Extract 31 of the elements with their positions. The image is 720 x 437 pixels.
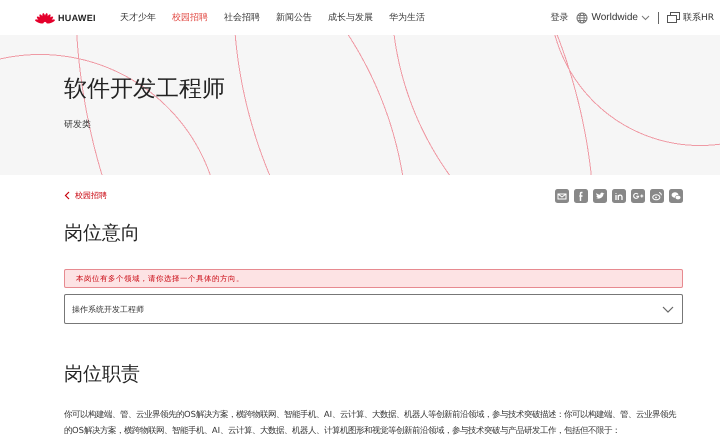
twitter-icon[interactable]	[593, 188, 607, 202]
job-category: 研发类	[64, 118, 92, 131]
job-title: 软件开发工程师	[64, 75, 226, 104]
chevron-down-icon	[640, 14, 650, 20]
facebook-icon[interactable]	[574, 188, 588, 202]
direction-dropdown[interactable]: 操作系统开发工程师	[64, 294, 683, 324]
weibo-icon[interactable]	[650, 188, 664, 202]
chat-window-icon	[666, 12, 680, 24]
login-link[interactable]: 登录	[550, 11, 568, 24]
section-heading: 岗位意向	[64, 221, 141, 246]
logo-text: HUAWEI	[58, 12, 96, 22]
nav-link[interactable]: 校园招聘	[172, 11, 208, 24]
back-link[interactable]: 校园招聘	[64, 190, 107, 201]
nav-link[interactable]: 天才少年	[120, 11, 156, 24]
email-icon[interactable]	[555, 188, 569, 202]
region-selector[interactable]: Worldwide	[576, 12, 650, 24]
chevron-left-icon	[64, 191, 70, 200]
logo-icon	[34, 11, 56, 24]
nav-link[interactable]: 成长与发展	[328, 11, 373, 24]
section-heading: 岗位职责	[64, 362, 141, 387]
wechat-icon[interactable]	[669, 188, 683, 202]
duties-paragraph: 你可以构建端、管、云业界领先的OS解决方案，横跨物联网、智能手机、AI、云计算、大数据、机器人等创新前沿领域，参与技术突破描述：你可以构建端、管、云业界领先的OS解决方案，横跨物联网、智能手机、AI、云计算、大数据、机器人、计算机图形和视觉等创新前沿领域，参与技术突破与产品研发工作，包括但不限于：	[64, 408, 678, 437]
nav-link[interactable]: 华为生活	[389, 11, 425, 24]
dropdown-value: 操作系统开发工程师	[72, 304, 144, 314]
globe-icon	[576, 12, 588, 24]
contact-hr-link[interactable]: 联系HR	[666, 11, 714, 24]
chevron-down-icon	[662, 306, 674, 312]
nav-link[interactable]: 社会招聘	[224, 11, 260, 24]
linkedin-icon[interactable]	[612, 188, 626, 202]
nav-link[interactable]: 新闻公告	[276, 11, 312, 24]
google-plus-icon[interactable]	[631, 188, 645, 202]
